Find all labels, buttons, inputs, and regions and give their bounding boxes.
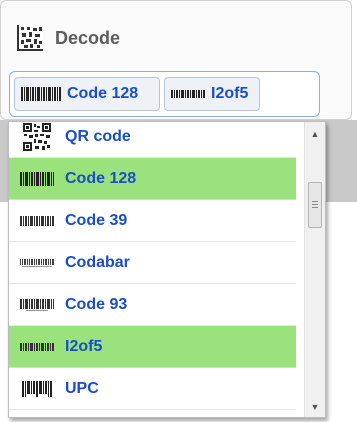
datamatrix-icon xyxy=(17,25,43,51)
barcode-icon xyxy=(20,298,54,311)
page-title: Decode xyxy=(55,27,121,48)
panel-header: Decode xyxy=(15,23,120,53)
dropdown-scrollbar[interactable]: ▲ ▼ xyxy=(304,122,325,417)
option-label: Code 39 xyxy=(65,211,128,229)
chip-code-128[interactable]: Code 128 xyxy=(14,77,160,111)
barcode-icon xyxy=(22,380,52,397)
selected-formats-box[interactable]: Code 128 I2of5 xyxy=(9,71,320,117)
option-i2of5[interactable]: I2of5 xyxy=(9,326,296,368)
option-code-39[interactable]: Code 39 xyxy=(9,200,296,242)
option-upc[interactable]: UPC xyxy=(9,368,296,410)
scroll-up-arrow-icon[interactable]: ▲ xyxy=(305,126,325,142)
scrollbar-thumb[interactable] xyxy=(308,182,322,228)
option-label: Code 128 xyxy=(65,169,137,187)
option-label: Codabar xyxy=(65,253,130,271)
option-label: I2of5 xyxy=(65,337,103,355)
barcode-icon xyxy=(20,215,54,226)
option-qr-code[interactable]: QR code xyxy=(9,122,296,158)
chip-i2of5[interactable]: I2of5 xyxy=(164,77,260,111)
qr-code-icon xyxy=(23,122,51,151)
option-label: UPC xyxy=(65,379,99,397)
format-dropdown-list[interactable]: QR code Code 128 Code 39 Codabar Code 93… xyxy=(8,121,326,418)
option-code-128[interactable]: Code 128 xyxy=(9,158,296,200)
option-label: Code 93 xyxy=(65,295,128,313)
chip-label: I2of5 xyxy=(211,85,249,102)
option-codabar[interactable]: Codabar xyxy=(9,242,296,284)
option-label: QR code xyxy=(65,127,131,145)
chip-label: Code 128 xyxy=(67,85,139,102)
option-code-93[interactable]: Code 93 xyxy=(9,284,296,326)
barcode-icon xyxy=(21,87,61,101)
barcode-icon xyxy=(20,258,54,267)
barcode-icon xyxy=(171,90,205,98)
scroll-down-arrow-icon[interactable]: ▼ xyxy=(305,399,325,415)
decode-panel: Decode Code 128 I2of5 xyxy=(0,0,352,120)
barcode-icon xyxy=(20,171,54,186)
barcode-icon xyxy=(20,342,54,351)
